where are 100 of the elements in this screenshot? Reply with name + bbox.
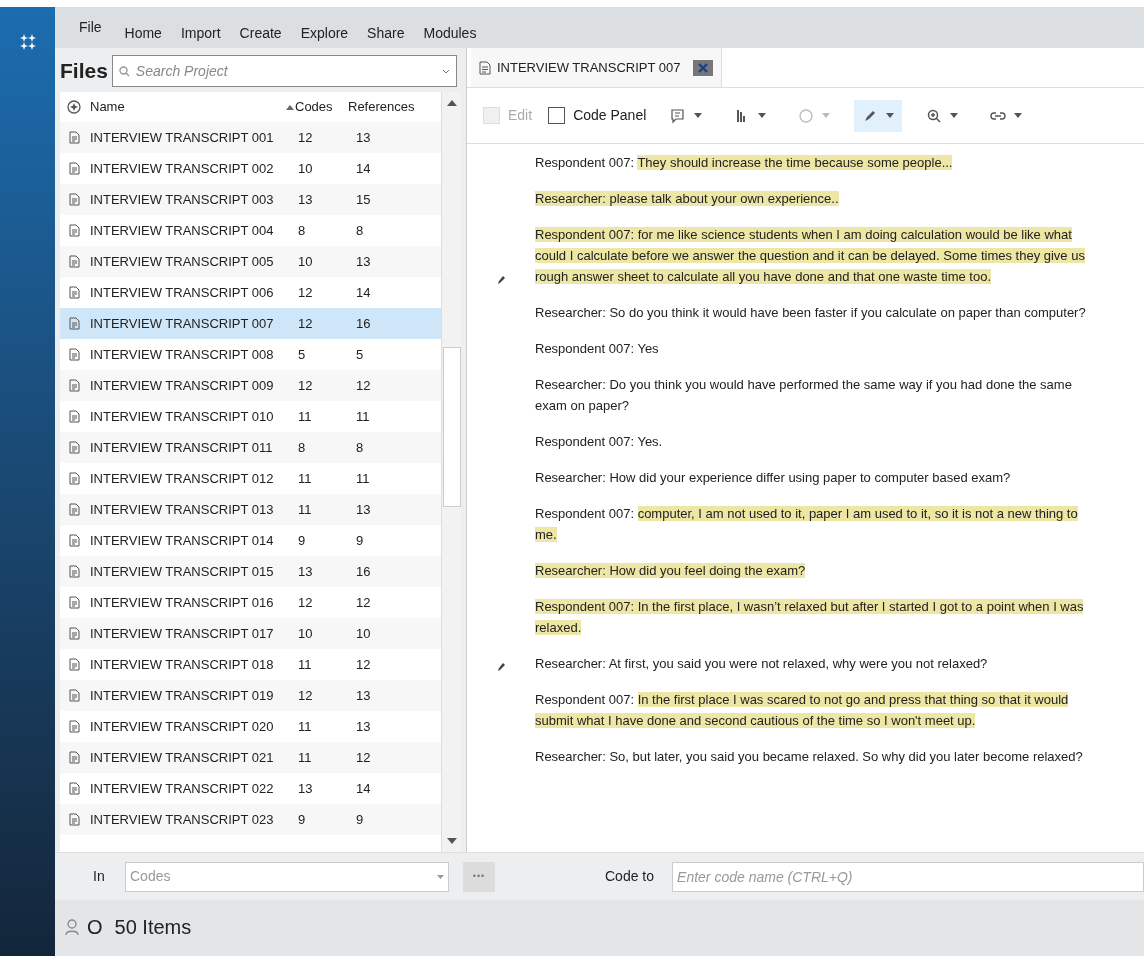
table-cell-text: INTERVIEW TRANSCRIPT 019 xyxy=(90,686,275,705)
table-cell-text: 12 xyxy=(297,283,314,302)
table-cell-text: 8 xyxy=(297,221,307,240)
table-cell-text: INTERVIEW TRANSCRIPT 021 xyxy=(90,748,275,767)
close-icon[interactable] xyxy=(692,59,713,76)
table-cell-text: 12 xyxy=(297,593,314,612)
table-cell-text: INTERVIEW TRANSCRIPT 008 xyxy=(90,345,275,364)
table-cell-text: 13 xyxy=(297,190,314,209)
document-icon xyxy=(479,60,491,75)
file-row[interactable]: INTERVIEW TRANSCRIPT 011 8 8 xyxy=(60,432,441,463)
file-row[interactable]: INTERVIEW TRANSCRIPT 003 13 15 xyxy=(60,184,441,215)
caret-icon xyxy=(1014,113,1023,118)
code-panel-checkbox[interactable]: Code Panel xyxy=(548,105,647,126)
annotation-marker-icon[interactable] xyxy=(497,275,505,285)
table-cell-text: 13 xyxy=(355,686,372,705)
search-box[interactable]: Search Project xyxy=(111,55,457,87)
menu-item[interactable]: File xyxy=(79,17,102,38)
transcript-paragraph: Researcher: How did your experience differ using paper to computer based exam? xyxy=(535,469,1012,487)
table-cell-text: 8 xyxy=(355,221,365,240)
table-cell-text: 11 xyxy=(355,469,371,488)
file-row[interactable]: INTERVIEW TRANSCRIPT 005 10 13 xyxy=(60,246,441,277)
table-cell-text: 14 xyxy=(355,159,372,178)
caret-icon xyxy=(822,113,831,118)
codes-dropdown-box[interactable]: Codes xyxy=(125,861,449,892)
table-cell-text: INTERVIEW TRANSCRIPT 002 xyxy=(90,159,275,178)
transcript-paragraph: Respondent 007: In the first place, I wasn’t relaxed but after I started I got to a point when I was relaxed. xyxy=(535,598,1085,637)
document-tab[interactable]: INTERVIEW TRANSCRIPT 007 xyxy=(471,47,722,87)
table-cell-text: INTERVIEW TRANSCRIPT 006 xyxy=(90,283,275,302)
column-header[interactable]: Name xyxy=(90,97,286,117)
file-row[interactable]: INTERVIEW TRANSCRIPT 013 11 13 xyxy=(60,494,441,525)
file-row[interactable]: INTERVIEW TRANSCRIPT 019 12 13 xyxy=(60,680,441,711)
table-cell-text: 8 xyxy=(297,438,307,457)
table-cell-text: 12 xyxy=(297,376,314,395)
scroll-down-icon[interactable] xyxy=(446,838,457,844)
table-cell-text: INTERVIEW TRANSCRIPT 007 xyxy=(90,314,275,333)
codes-dropdown[interactable]: Codes xyxy=(130,866,437,887)
transcript-paragraph: Respondent 007: They should increase the time because some people... xyxy=(535,154,954,172)
search-field[interactable]: Search Project xyxy=(135,60,436,82)
table-cell-text: INTERVIEW TRANSCRIPT 017 xyxy=(90,624,275,643)
table-cell-text: INTERVIEW TRANSCRIPT 014 xyxy=(90,531,275,550)
transcript-paragraph: Researcher: At first, you said you were not relaxed, why were you not relaxed? xyxy=(535,655,989,673)
table-cell-text: INTERVIEW TRANSCRIPT 005 xyxy=(90,252,275,271)
table-cell-text: 14 xyxy=(355,779,372,798)
file-row[interactable]: INTERVIEW TRANSCRIPT 023 9 9 xyxy=(60,804,441,835)
table-cell-text: INTERVIEW TRANSCRIPT 004 xyxy=(90,221,275,240)
table-cell-text: INTERVIEW TRANSCRIPT 009 xyxy=(90,376,275,395)
transcript-paragraph: Respondent 007: In the first place I was scared to not go and press that thing so that it would submit what I have done and second cautious of the time so I won't meet up. xyxy=(535,691,1070,730)
scrollbar[interactable] xyxy=(441,92,461,852)
menu-item[interactable]: Create xyxy=(239,23,282,44)
caret-icon xyxy=(950,113,959,118)
table-cell-text: INTERVIEW TRANSCRIPT 022 xyxy=(90,779,275,798)
code-to-label: Code to xyxy=(605,867,655,886)
sort-arrow-icon xyxy=(286,104,294,110)
table-cell-text: INTERVIEW TRANSCRIPT 012 xyxy=(90,469,275,488)
table-cell-text: 12 xyxy=(355,376,372,395)
table-cell-text: 14 xyxy=(355,283,372,302)
table-cell-text: 10 xyxy=(297,624,314,643)
menu-item[interactable]: Explore xyxy=(300,23,349,44)
table-cell-text: INTERVIEW TRANSCRIPT 016 xyxy=(90,593,275,612)
menu-item[interactable]: Import xyxy=(180,23,221,44)
menu-item[interactable]: Home xyxy=(124,23,162,44)
table-cell-text: 12 xyxy=(297,128,314,147)
table-cell-text: 15 xyxy=(355,190,372,209)
table-cell-text: INTERVIEW TRANSCRIPT 020 xyxy=(90,717,275,736)
menu-item[interactable]: Modules xyxy=(423,23,477,44)
table-cell-text: 16 xyxy=(355,314,372,333)
file-row[interactable]: INTERVIEW TRANSCRIPT 007 12 16 xyxy=(60,308,441,339)
table-cell-text: 13 xyxy=(355,252,372,271)
table-cell-text: INTERVIEW TRANSCRIPT 013 xyxy=(90,500,275,519)
dropdown-caret-icon xyxy=(437,874,444,879)
file-row[interactable]: INTERVIEW TRANSCRIPT 009 12 12 xyxy=(60,370,441,401)
table-cell-text: 8 xyxy=(355,438,365,457)
menu-item[interactable]: Share xyxy=(367,23,405,44)
file-row[interactable]: INTERVIEW TRANSCRIPT 017 10 10 xyxy=(60,618,441,649)
user-initial: O xyxy=(87,915,103,940)
file-row[interactable]: INTERVIEW TRANSCRIPT 021 11 12 xyxy=(60,742,441,773)
file-row[interactable]: INTERVIEW TRANSCRIPT 001 12 13 xyxy=(60,122,441,153)
annotation-marker-icon[interactable] xyxy=(497,662,505,672)
transcript-paragraph: Respondent 007: computer, I am not used to it, paper I am used to it, so it is not a new thing to me. xyxy=(535,505,1079,544)
highlighter-tool-button[interactable] xyxy=(854,99,903,132)
scroll-up-icon[interactable] xyxy=(446,100,457,106)
column-header[interactable]: References xyxy=(348,97,432,117)
transcript-paragraph: Researcher: please talk about your own experience.. xyxy=(535,190,840,208)
table-cell-text: INTERVIEW TRANSCRIPT 010 xyxy=(90,407,275,426)
code-name-field[interactable]: Enter code name (CTRL+Q) xyxy=(672,861,1144,892)
table-cell-text: 9 xyxy=(355,531,365,550)
app-logo-icon[interactable] xyxy=(19,34,36,50)
table-cell-text: 13 xyxy=(297,779,314,798)
transcript-paragraph: Researcher: So do you think it would have been faster if you calculate on paper than computer? xyxy=(535,304,1087,322)
item-count: 50 Items xyxy=(114,915,192,940)
column-header[interactable]: Codes xyxy=(286,97,348,117)
table-cell-text: 12 xyxy=(355,593,372,612)
table-cell-text: 13 xyxy=(355,717,372,736)
zoom-icon xyxy=(926,107,943,124)
scroll-thumb[interactable] xyxy=(442,347,461,507)
file-row[interactable]: INTERVIEW TRANSCRIPT 015 13 16 xyxy=(60,556,441,587)
search-icon xyxy=(118,65,130,77)
table-cell-text: INTERVIEW TRANSCRIPT 001 xyxy=(90,128,275,147)
table-cell-text: 12 xyxy=(355,655,372,674)
transcript-paragraph: Respondent 007: Yes. xyxy=(535,433,664,451)
